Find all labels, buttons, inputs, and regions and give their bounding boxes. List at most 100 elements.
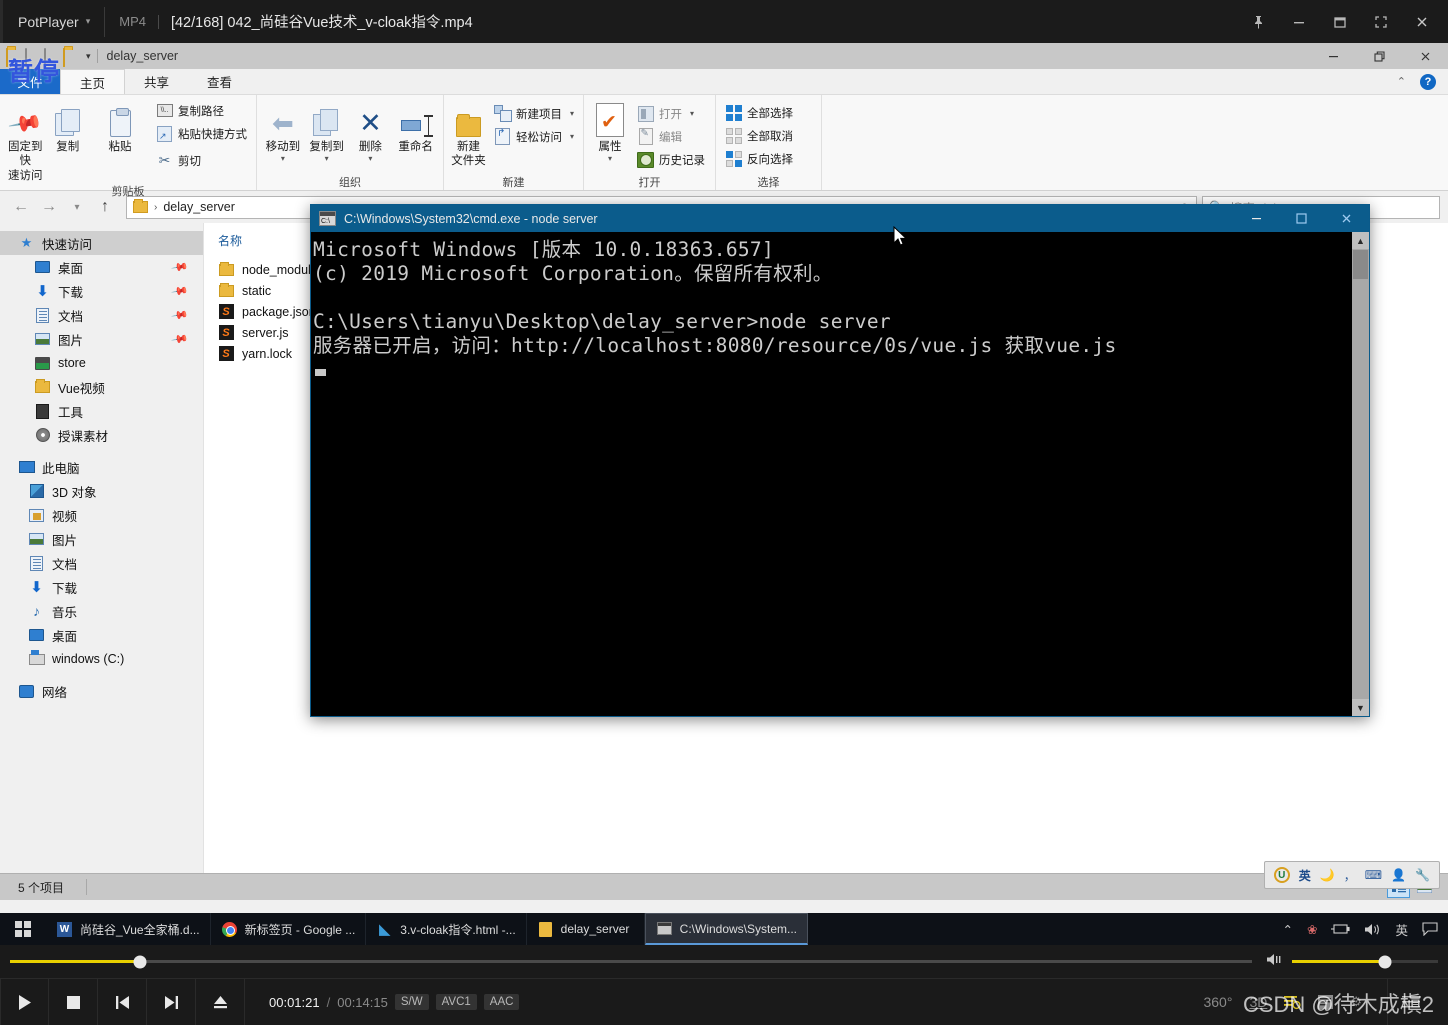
rename-button[interactable]: 重命名 — [392, 99, 439, 154]
close-icon[interactable] — [1324, 205, 1369, 232]
menu-icon[interactable] — [1387, 978, 1434, 1025]
notifications-icon[interactable] — [1422, 922, 1438, 936]
properties-qat-icon[interactable] — [25, 47, 41, 67]
tab-view[interactable]: 查看 — [188, 69, 251, 94]
sidebar-item-pictures[interactable]: 图片 📌 — [0, 327, 203, 351]
taskbar-item-delay-server[interactable]: delay_server — [527, 913, 645, 945]
cmd-scrollbar[interactable]: ▲ ▼ — [1352, 232, 1369, 716]
chevron-down-icon[interactable]: ▾ — [325, 154, 329, 164]
paste-shortcut-button[interactable]: 粘贴快捷方式 — [151, 124, 252, 143]
sidebar-item-quick-access[interactable]: ★ 快速访问 — [0, 231, 203, 255]
pin-icon[interactable] — [1243, 0, 1273, 43]
sidebar-item-desktop[interactable]: 桌面 📌 — [0, 255, 203, 279]
sidebar-item-documents[interactable]: 文档 📌 — [0, 303, 203, 327]
taskbar-item-cmd[interactable]: C:\Windows\System... — [644, 913, 809, 945]
sidebar-item-windows-c[interactable]: windows (C:) — [0, 647, 203, 671]
paste-button[interactable]: 粘贴 — [89, 99, 151, 154]
undo-qat-icon[interactable] — [63, 47, 79, 67]
settings-icon[interactable]: ⚙ — [1350, 994, 1362, 1010]
new-item-button[interactable]: 新建项目 ▾ — [489, 104, 579, 123]
close-icon[interactable] — [1407, 0, 1437, 43]
copy-to-button[interactable]: 复制到 ▾ — [305, 99, 349, 164]
taskbar-item-chrome[interactable]: 新标签页 - Google ... — [211, 913, 367, 945]
taskbar-item-vscode[interactable]: ◣ 3.v-cloak指令.html -... — [366, 913, 527, 945]
volume-icon[interactable] — [1266, 953, 1283, 971]
status-badge-decoder[interactable]: S/W — [394, 994, 429, 1010]
pin-icon[interactable]: 📌 — [171, 258, 190, 277]
scroll-down-icon[interactable]: ▼ — [1352, 699, 1369, 716]
volume-slider[interactable] — [1252, 953, 1438, 971]
keyboard-icon[interactable]: ⌨ — [1365, 868, 1382, 882]
sidebar-item-videos[interactable]: 视频 — [0, 503, 203, 527]
chevron-down-icon[interactable]: ▾ — [690, 109, 694, 118]
punctuation-icon[interactable]: ， — [1344, 867, 1356, 884]
chevron-down-icon[interactable]: ▾ — [570, 132, 574, 141]
eject-icon[interactable] — [196, 978, 245, 1025]
user-icon[interactable]: 👤 — [1391, 868, 1406, 882]
3d-icon[interactable]: 3D — [1249, 994, 1267, 1010]
sidebar-item-vue-videos[interactable]: Vue视频 — [0, 375, 203, 399]
help-icon[interactable]: ? — [1420, 73, 1436, 90]
new-folder-qat-icon[interactable] — [44, 47, 60, 67]
sidebar-item-downloads[interactable]: ⬇ 下载 📌 — [0, 279, 203, 303]
previous-icon[interactable] — [98, 978, 147, 1025]
history-button[interactable]: 历史记录 — [632, 150, 710, 169]
cmd-console-output[interactable]: Microsoft Windows [版本 10.0.18363.657] (c… — [311, 232, 1369, 716]
close-icon[interactable] — [1402, 43, 1448, 69]
settings-wrench-icon[interactable]: 🔧 — [1415, 868, 1430, 882]
scroll-up-icon[interactable]: ▲ — [1352, 232, 1369, 249]
sidebar-item-teaching-materials[interactable]: 授课素材 — [0, 423, 203, 447]
scrollbar-thumb[interactable] — [1353, 250, 1368, 279]
pin-icon[interactable]: 📌 — [171, 282, 190, 301]
ime-logo-icon[interactable]: U — [1273, 867, 1290, 883]
minimize-icon[interactable] — [1234, 205, 1279, 232]
sidebar-item-desktop-pc[interactable]: 桌面 — [0, 623, 203, 647]
ime-toolbar[interactable]: U 英 🌙 ， ⌨ 👤 🔧 — [1263, 861, 1440, 889]
sidebar-item-store[interactable]: store — [0, 351, 203, 375]
copy-button[interactable]: 复制 — [47, 99, 90, 154]
tab-file[interactable]: 文件 — [0, 69, 60, 94]
sidebar-item-documents-pc[interactable]: 文档 — [0, 551, 203, 575]
status-badge-audio-codec[interactable]: AAC — [483, 994, 520, 1010]
select-none-button[interactable]: 全部取消 — [720, 126, 798, 145]
seek-slider[interactable] — [10, 945, 1252, 978]
cut-button[interactable]: ✂ 剪切 — [151, 151, 252, 170]
playlist-icon[interactable] — [1284, 995, 1301, 1010]
sidebar-item-downloads-pc[interactable]: ⬇ 下载 — [0, 575, 203, 599]
restore-icon[interactable] — [1356, 43, 1402, 69]
360-icon[interactable]: 360° — [1203, 994, 1232, 1010]
properties-button[interactable]: 属性 ▾ — [588, 99, 632, 164]
status-badge-video-codec[interactable]: AVC1 — [435, 994, 477, 1010]
minimize-icon[interactable] — [1284, 0, 1314, 43]
subtitle-icon[interactable] — [1318, 995, 1334, 1009]
cmd-titlebar[interactable]: C:\ C:\Windows\System32\cmd.exe - node s… — [311, 205, 1369, 232]
customize-qat-icon[interactable]: ▾ — [86, 51, 91, 62]
chevron-down-icon[interactable]: ▾ — [368, 154, 372, 164]
tray-ime-label[interactable]: 英 — [1395, 920, 1408, 939]
flower-icon[interactable]: ❀ — [1307, 922, 1317, 937]
delete-button[interactable]: ✕ 删除 ▾ — [349, 99, 393, 164]
pin-icon[interactable]: 📌 — [171, 306, 190, 325]
play-icon[interactable] — [0, 978, 49, 1025]
ime-mode-label[interactable]: 英 — [1299, 867, 1311, 884]
fullscreen-icon[interactable] — [1366, 0, 1396, 43]
potplayer-menu-button[interactable]: PotPlayer ▾ — [0, 14, 90, 30]
seek-handle[interactable] — [133, 955, 147, 968]
open-button[interactable]: 打开 ▾ — [632, 104, 710, 123]
sidebar-item-pictures-pc[interactable]: 图片 — [0, 527, 203, 551]
maximize-icon[interactable] — [1279, 205, 1324, 232]
sidebar-item-network[interactable]: 网络 — [0, 679, 203, 703]
moon-icon[interactable]: 🌙 — [1320, 868, 1335, 882]
pin-to-quick-access-button[interactable]: 📌 固定到快 速访问 — [4, 99, 47, 183]
copy-path-button[interactable]: \\.. 复制路径 — [151, 101, 252, 120]
sidebar-item-3d-objects[interactable]: 3D 对象 — [0, 479, 203, 503]
edit-button[interactable]: 编辑 — [632, 127, 710, 146]
maximize-icon[interactable] — [1325, 0, 1355, 43]
battery-icon[interactable] — [1331, 923, 1351, 935]
stop-icon[interactable] — [49, 978, 98, 1025]
new-folder-button[interactable]: 新建 文件夹 — [448, 99, 489, 169]
pin-icon[interactable]: 📌 — [171, 330, 190, 349]
easy-access-button[interactable]: 轻松访问 ▾ — [489, 127, 579, 146]
chevron-down-icon[interactable]: ▾ — [281, 154, 285, 164]
volume-icon[interactable] — [1364, 923, 1381, 936]
